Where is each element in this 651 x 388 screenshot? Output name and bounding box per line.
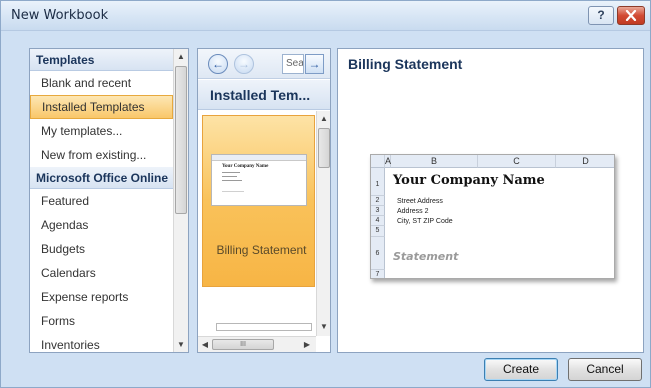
section-header-office-online: Microsoft Office Online	[30, 167, 173, 189]
create-button[interactable]: Create	[484, 358, 558, 381]
search-go-arrow-icon[interactable]: →	[305, 54, 324, 74]
column-header: D	[556, 155, 614, 168]
template-tile-label: Billing Statement	[216, 243, 307, 257]
thumbnail-company: Your Company Name	[222, 164, 269, 169]
thumbnail-line	[222, 176, 237, 177]
thumbnail-line	[222, 191, 244, 192]
category-panel: Templates Blank and recent Installed Tem…	[29, 48, 189, 353]
template-tile-billing-statement[interactable]: Your Company Name Billing Statement	[202, 115, 315, 287]
window-title: New Workbook	[11, 8, 109, 23]
row-header: 4	[371, 216, 385, 226]
scroll-thumb[interactable]	[175, 66, 187, 214]
help-button[interactable]: ?	[588, 6, 614, 25]
scroll-down-icon[interactable]: ▼	[174, 337, 188, 352]
hscroll-thumb[interactable]: III	[212, 339, 274, 350]
row-header: 5	[371, 226, 385, 237]
category-my-templates[interactable]: My templates...	[30, 119, 173, 143]
category-blank-and-recent[interactable]: Blank and recent	[30, 71, 173, 95]
template-thumbnail: Your Company Name	[211, 154, 307, 206]
address-line: Street Address	[397, 198, 443, 205]
next-template-thumbnail[interactable]	[216, 323, 312, 331]
row-header: 1	[371, 168, 385, 196]
close-icon	[625, 10, 637, 21]
category-expense-reports[interactable]: Expense reports	[30, 285, 173, 309]
template-list-header: Installed Tem...	[198, 80, 330, 110]
category-scrollbar[interactable]: ▲ ▼	[173, 49, 188, 352]
template-preview: A B C D 1 2 3 4 5 6 7 Your Company Name …	[370, 154, 615, 279]
scroll-thumb[interactable]	[318, 128, 330, 168]
cancel-button[interactable]: Cancel	[568, 358, 642, 381]
select-all-corner	[371, 155, 385, 168]
category-budgets[interactable]: Budgets	[30, 237, 173, 261]
column-header: B	[391, 155, 478, 168]
row-header: 3	[371, 206, 385, 216]
back-arrow-icon[interactable]: ←	[208, 54, 228, 74]
preview-panel: Billing Statement A B C D 1 2 3 4 5 6 7 …	[337, 48, 644, 353]
search-input[interactable]: Sea	[282, 54, 304, 74]
scroll-up-icon[interactable]: ▲	[317, 111, 330, 126]
navigation-bar: ← → Sea →	[198, 49, 330, 79]
category-calendars[interactable]: Calendars	[30, 261, 173, 285]
company-name: Your Company Name	[393, 173, 545, 188]
category-featured[interactable]: Featured	[30, 189, 173, 213]
category-forms[interactable]: Forms	[30, 309, 173, 333]
category-installed-templates[interactable]: Installed Templates	[30, 95, 173, 119]
thumbnail-column-header	[212, 155, 306, 161]
row-header: 2	[371, 196, 385, 206]
row-header: 6	[371, 237, 385, 270]
address-line: City, ST ZIP Code	[397, 218, 453, 225]
section-header-templates: Templates	[30, 49, 173, 71]
thumbnail-line	[222, 172, 240, 173]
scroll-down-icon[interactable]: ▼	[317, 319, 330, 334]
template-list-hscrollbar[interactable]: ◀ III ▶	[198, 336, 316, 352]
template-list-panel: ← → Sea → Installed Tem... Your Company …	[197, 48, 331, 353]
scroll-right-icon[interactable]: ▶	[300, 337, 314, 352]
column-header: C	[478, 155, 556, 168]
category-list: Templates Blank and recent Installed Tem…	[30, 49, 173, 352]
new-workbook-dialog: New Workbook ? Templates Blank and recen…	[0, 0, 651, 388]
scroll-up-icon[interactable]: ▲	[174, 49, 188, 64]
category-new-from-existing[interactable]: New from existing...	[30, 143, 173, 167]
template-list-scrollbar[interactable]: ▲ ▼	[316, 111, 330, 336]
category-agendas[interactable]: Agendas	[30, 213, 173, 237]
statement-label: Statement	[393, 250, 459, 263]
category-inventories[interactable]: Inventories	[30, 333, 173, 352]
forward-arrow-icon[interactable]: →	[234, 54, 254, 74]
address-line: Address 2	[397, 208, 429, 215]
row-header: 7	[371, 270, 385, 278]
thumbnail-line	[222, 180, 242, 181]
scroll-left-icon[interactable]: ◀	[198, 337, 212, 352]
close-button[interactable]	[617, 6, 645, 25]
template-gallery: Your Company Name Billing Statement	[198, 111, 316, 331]
title-bar[interactable]: New Workbook ?	[1, 1, 650, 31]
preview-title: Billing Statement	[348, 56, 463, 72]
